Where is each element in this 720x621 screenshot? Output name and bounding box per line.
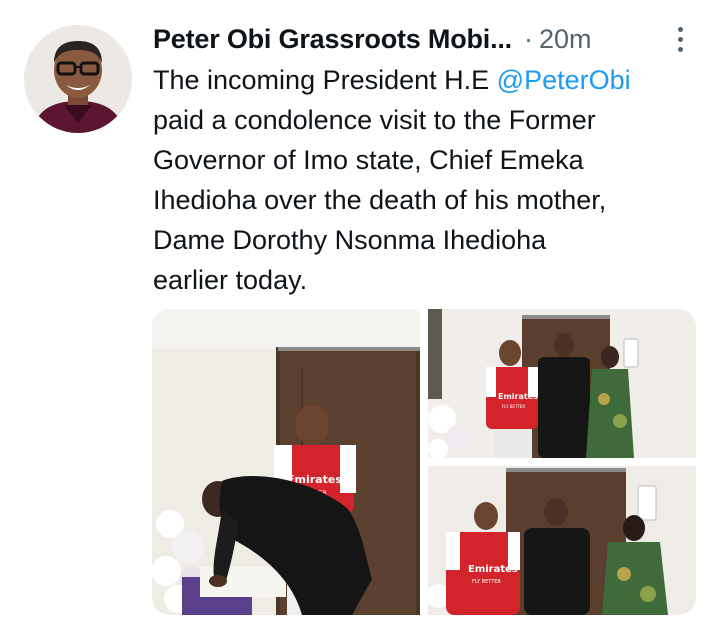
avatar-portrait	[24, 25, 132, 133]
tweet-photo-1[interactable]: Emirates FLY BETTER	[152, 309, 420, 615]
tweet-header: Peter Obi Grassroots Mobi... · 20m	[153, 20, 693, 58]
author-avatar[interactable]	[24, 25, 132, 133]
tweet-photo-2[interactable]: Emirates FLY BETTER	[428, 309, 696, 458]
tweet-photo-3[interactable]: Emirates FLY BETTER	[428, 466, 696, 615]
tweet-text-line: Governor of Imo state, Chief Emeka	[153, 140, 713, 180]
tweet-text: The incoming President H.E @PeterObi paid…	[153, 60, 713, 300]
tweet-text-line: The incoming President H.E @PeterObi	[153, 60, 713, 100]
tweet-text-segment: The incoming President H.E	[153, 65, 497, 95]
jersey-sub-text: FLY BETTER	[472, 579, 501, 585]
media-grid: Emirates FLY BETTER Emirates	[152, 309, 696, 615]
mention-link[interactable]: @PeterObi	[497, 65, 631, 95]
tweet-text-segment: earlier today.	[153, 265, 308, 295]
tweet-text-line: earlier today.	[153, 260, 713, 300]
more-vertical-icon[interactable]	[668, 22, 692, 56]
jersey-sub-text: FLY BETTER	[502, 404, 525, 409]
tweet-text-segment: paid a condolence visit to the Former	[153, 105, 596, 135]
header-separator: ·	[523, 23, 533, 54]
author-name[interactable]: Peter Obi Grassroots Mobi...	[153, 24, 512, 55]
tweet-text-line: paid a condolence visit to the Former	[153, 100, 713, 140]
tweet-text-segment: Governor of Imo state, Chief Emeka	[153, 145, 584, 175]
jersey-sponsor-text: Emirates	[498, 392, 538, 401]
tweet-text-line: Ihedioha over the death of his mother,	[153, 180, 713, 220]
tweet-text-segment: Ihedioha over the death of his mother,	[153, 185, 607, 215]
jersey-sponsor-text: Emirates	[468, 564, 518, 575]
tweet-timestamp[interactable]: 20m	[539, 24, 592, 55]
tweet-text-line: Dame Dorothy Nsonma Ihedioha	[153, 220, 713, 260]
tweet-text-segment: Dame Dorothy Nsonma Ihedioha	[153, 225, 547, 255]
